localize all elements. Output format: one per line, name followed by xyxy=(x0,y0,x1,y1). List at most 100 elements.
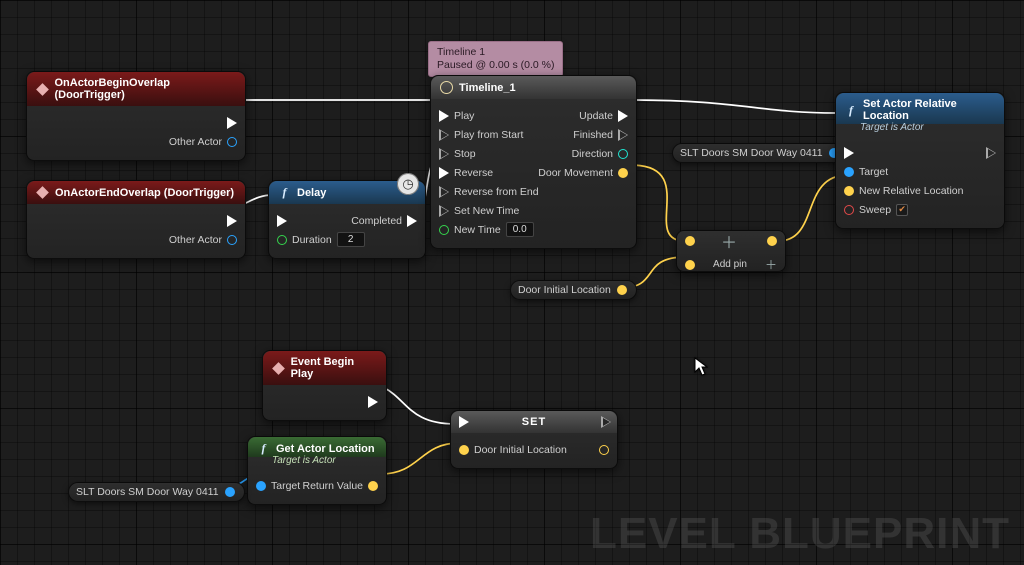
door-initial-location-getter[interactable]: Door Initial Location xyxy=(510,280,637,300)
node-title: OnActorBeginOverlap (DoorTrigger) xyxy=(55,77,237,101)
tooltip-status: Paused @ 0.00 s (0.0 %) xyxy=(437,59,554,72)
pin-label: Set New Time xyxy=(454,205,519,217)
pin-label: Target xyxy=(859,166,888,178)
latent-clock-icon: ◷ xyxy=(397,173,419,195)
exec-out-pin[interactable] xyxy=(407,215,417,227)
direction-pin[interactable] xyxy=(618,149,628,159)
pin-label: Return Value xyxy=(302,480,363,492)
pin-label: Other Actor xyxy=(169,234,222,246)
node-header: f Set Actor Relative Location xyxy=(836,93,1004,124)
other-actor-pin[interactable] xyxy=(227,235,237,245)
event-icon xyxy=(36,83,49,96)
node-timeline[interactable]: Timeline_1 Play Update Play from Start F… xyxy=(430,75,637,249)
mouse-cursor-icon xyxy=(694,357,708,377)
other-actor-pin[interactable] xyxy=(227,137,237,147)
node-event-begin-play[interactable]: Event Begin Play xyxy=(262,350,387,421)
exec-out-pin[interactable] xyxy=(227,117,237,129)
update-pin[interactable] xyxy=(618,110,628,122)
stop-pin[interactable] xyxy=(439,148,449,160)
event-icon xyxy=(36,186,49,199)
function-icon: f xyxy=(845,104,857,117)
pin-label: New Time xyxy=(454,224,501,236)
node-subtitle: Target is Actor xyxy=(248,455,386,469)
pin-label: Door Initial Location xyxy=(474,444,567,456)
timeline-tooltip: Timeline 1 Paused @ 0.00 s (0.0 %) xyxy=(428,41,563,77)
node-title: Set Actor Relative Location xyxy=(863,98,995,122)
door-movement-pin[interactable] xyxy=(618,168,628,178)
node-header: OnActorEndOverlap (DoorTrigger) xyxy=(27,181,245,204)
add-pin-label[interactable]: Add pin xyxy=(713,259,747,270)
chip-label: SLT Doors SM Door Way 0411 xyxy=(680,147,823,159)
add-input-a-pin[interactable] xyxy=(685,236,695,246)
node-header: SET xyxy=(451,411,617,433)
sweep-pin[interactable] xyxy=(844,205,854,215)
pin-label: Update xyxy=(579,110,613,122)
object-out-pin[interactable] xyxy=(225,487,235,497)
pin-label: Target xyxy=(271,480,300,492)
reverse-pin[interactable] xyxy=(439,167,449,179)
node-get-actor-location[interactable]: f Get Actor Location Target is Actor Tar… xyxy=(247,436,387,505)
pin-label: Door Movement xyxy=(538,167,613,179)
exec-out-pin[interactable] xyxy=(986,147,996,159)
node-title: Event Begin Play xyxy=(291,356,377,380)
reverse-end-pin[interactable] xyxy=(439,186,449,198)
play-pin[interactable] xyxy=(439,110,449,122)
add-pin-icon[interactable]: ＋ xyxy=(765,256,777,273)
tooltip-title: Timeline 1 xyxy=(437,46,554,59)
exec-in-pin[interactable] xyxy=(459,416,469,428)
pin-label: Other Actor xyxy=(169,136,222,148)
add-input-b-pin[interactable] xyxy=(685,260,695,270)
node-set-variable[interactable]: SET Door Initial Location xyxy=(450,410,618,469)
pin-label: Reverse from End xyxy=(454,186,539,198)
node-set-relative-location[interactable]: f Set Actor Relative Location Target is … xyxy=(835,92,1005,229)
exec-out-pin[interactable] xyxy=(368,396,378,408)
exec-out-pin[interactable] xyxy=(227,215,237,227)
node-end-overlap[interactable]: OnActorEndOverlap (DoorTrigger) Other Ac… xyxy=(26,180,246,259)
finished-pin[interactable] xyxy=(618,129,628,141)
exec-in-pin[interactable] xyxy=(844,147,854,159)
exec-in-pin[interactable] xyxy=(277,215,287,227)
node-header: Timeline_1 xyxy=(431,76,636,99)
door-init-out-pin[interactable] xyxy=(599,445,609,455)
node-title: Delay xyxy=(297,187,326,199)
add-output-pin[interactable] xyxy=(767,236,777,246)
duration-pin[interactable] xyxy=(277,235,287,245)
node-header: OnActorBeginOverlap (DoorTrigger) xyxy=(27,72,245,106)
event-icon xyxy=(272,362,285,375)
slt-door-reference[interactable]: SLT Doors SM Door Way 0411 xyxy=(672,143,849,163)
timeline-icon xyxy=(440,81,453,94)
node-header: Event Begin Play xyxy=(263,351,386,385)
new-rel-loc-pin[interactable] xyxy=(844,186,854,196)
node-header: f Get Actor Location xyxy=(248,437,386,457)
node-title: Timeline_1 xyxy=(459,82,516,94)
slt-door-reference-2[interactable]: SLT Doors SM Door Way 0411 xyxy=(68,482,245,502)
return-value-pin[interactable] xyxy=(368,481,378,491)
node-begin-overlap[interactable]: OnActorBeginOverlap (DoorTrigger) Other … xyxy=(26,71,246,161)
pin-label: Stop xyxy=(454,148,476,160)
pin-label: Play xyxy=(454,110,474,122)
function-icon: f xyxy=(278,186,291,199)
pin-label: Reverse xyxy=(454,167,493,179)
node-vector-add[interactable]: ＋ Add pin ＋ xyxy=(676,230,786,272)
pin-label: Finished xyxy=(573,129,613,141)
pin-label: Completed xyxy=(351,215,402,227)
target-pin[interactable] xyxy=(256,481,266,491)
target-pin[interactable] xyxy=(844,167,854,177)
door-init-in-pin[interactable] xyxy=(459,445,469,455)
pin-label: Play from Start xyxy=(454,129,523,141)
new-time-pin[interactable] xyxy=(439,225,449,235)
node-title: OnActorEndOverlap (DoorTrigger) xyxy=(55,187,234,199)
exec-out-pin[interactable] xyxy=(601,416,611,428)
function-icon: f xyxy=(257,442,270,455)
node-title: Get Actor Location xyxy=(276,443,375,455)
play-from-start-pin[interactable] xyxy=(439,129,449,141)
new-time-field[interactable] xyxy=(506,222,534,237)
vector-out-pin[interactable] xyxy=(617,285,627,295)
set-new-time-pin[interactable] xyxy=(439,205,449,217)
node-subtitle: Target is Actor xyxy=(836,122,1004,136)
sweep-checkbox[interactable]: ✔ xyxy=(896,204,908,216)
blueprint-watermark: LEVEL BLUEPRINT xyxy=(590,509,1010,559)
chip-label: Door Initial Location xyxy=(518,284,611,296)
duration-field[interactable] xyxy=(337,232,365,247)
pin-label: Direction xyxy=(572,148,613,160)
